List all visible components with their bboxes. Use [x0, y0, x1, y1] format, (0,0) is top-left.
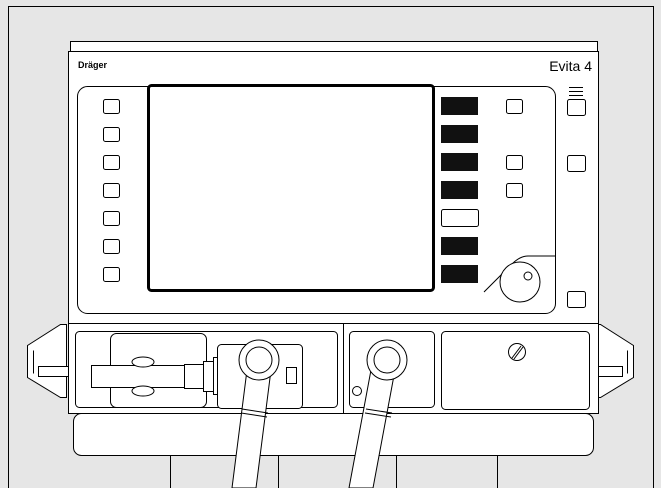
knob-indicator — [523, 271, 533, 281]
diagram-canvas: Dräger Evita 4 — [0, 0, 661, 488]
top-cover — [70, 41, 598, 52]
right-key[interactable] — [506, 183, 523, 198]
left-key[interactable] — [103, 99, 120, 114]
display-screen — [147, 84, 435, 292]
left-key[interactable] — [103, 211, 120, 226]
screen-key-light[interactable] — [441, 209, 479, 227]
sensor-clip — [286, 367, 297, 384]
left-key[interactable] — [103, 127, 120, 142]
far-right-key[interactable] — [567, 155, 586, 172]
far-right-key[interactable] — [567, 99, 586, 116]
far-right-key[interactable] — [567, 291, 586, 308]
screen-key-dark[interactable] — [441, 125, 478, 143]
right-key[interactable] — [506, 155, 523, 170]
screen-key-dark[interactable] — [441, 237, 478, 255]
right-key[interactable] — [506, 99, 523, 114]
port-icon — [352, 386, 362, 396]
screen-key-dark[interactable] — [441, 97, 478, 115]
left-key[interactable] — [103, 183, 120, 198]
screen-key-dark[interactable] — [441, 153, 478, 171]
left-key[interactable] — [103, 155, 120, 170]
screen-key-dark[interactable] — [441, 265, 478, 283]
screen-key-dark[interactable] — [441, 181, 478, 199]
ventilator-diagram: Dräger Evita 4 — [0, 0, 661, 488]
base-tray — [73, 413, 594, 456]
left-key[interactable] — [103, 267, 120, 282]
brand-logo: Dräger — [78, 60, 108, 70]
knob-icon[interactable] — [499, 261, 541, 303]
model-label: Evita 4 — [549, 58, 592, 74]
slotted-screw-icon[interactable] — [508, 343, 526, 361]
left-key[interactable] — [103, 239, 120, 254]
